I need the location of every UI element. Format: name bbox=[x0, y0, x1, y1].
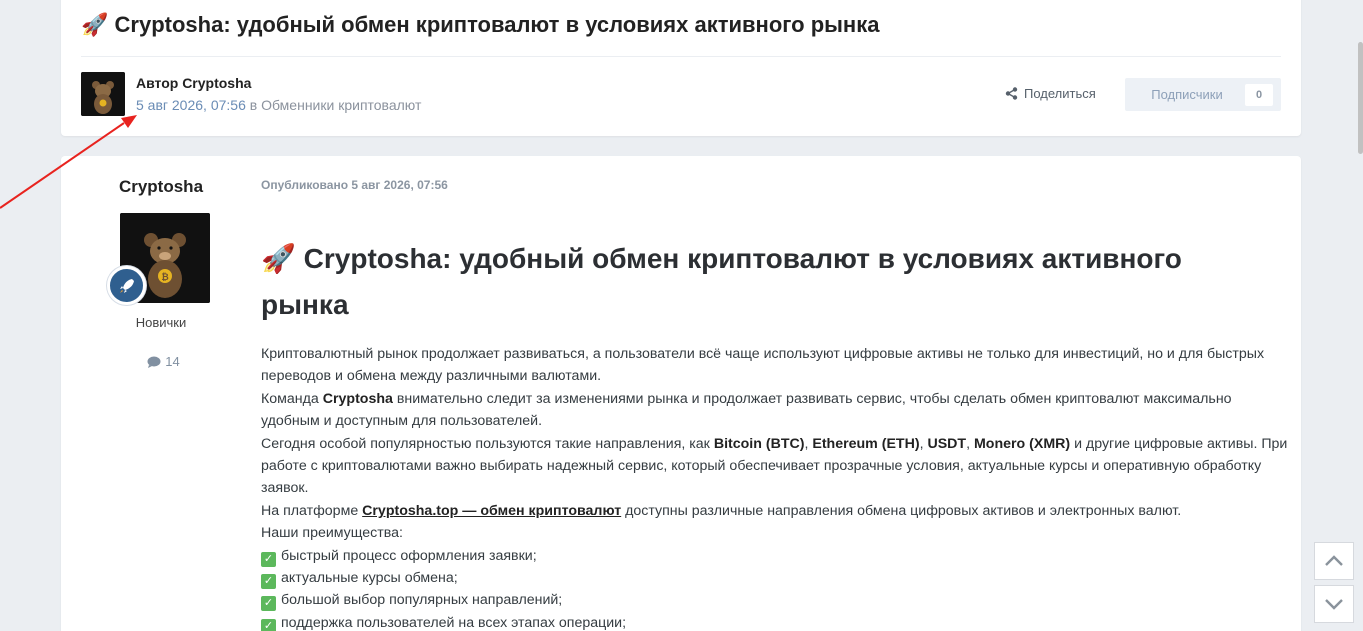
topic-header: 🚀 Cryptosha: удобный обмен криптовалют в… bbox=[61, 0, 1301, 136]
rocket-emoji-icon: 🚀 bbox=[81, 12, 109, 37]
coin-eth: Ethereum (ETH) bbox=[812, 435, 920, 452]
paragraph: На платформе Cryptosha.top — обмен крипт… bbox=[261, 502, 1182, 519]
scroll-bottom-button[interactable] bbox=[1314, 585, 1354, 623]
author-avatar[interactable] bbox=[81, 72, 125, 116]
list-item: ✓ поддержка пользователей на всех этапах … bbox=[261, 612, 1291, 631]
rank-badge bbox=[107, 266, 146, 305]
chevron-up-icon bbox=[1325, 555, 1343, 566]
share-label: Поделиться bbox=[1024, 86, 1096, 101]
header-divider bbox=[81, 56, 1281, 57]
check-icon: ✓ bbox=[261, 551, 276, 567]
scroll-top-button[interactable] bbox=[1314, 542, 1354, 580]
brand-name: Cryptosha bbox=[322, 390, 393, 407]
post-body: Криптовалютный рынок продолжает развиват… bbox=[261, 343, 1291, 631]
scrollbar-thumb[interactable] bbox=[1358, 42, 1363, 154]
page-title: 🚀 Cryptosha: удобный обмен криптовалют в… bbox=[81, 12, 1281, 38]
coin-xmr: Monero (XMR) bbox=[973, 435, 1071, 452]
check-icon: ✓ bbox=[261, 596, 276, 612]
topic-meta: 5 авг 2026, 07:56 в Обменники криптовалю… bbox=[136, 97, 421, 113]
title-text: Cryptosha: удобный обмен криптовалют в у… bbox=[114, 12, 880, 37]
check-icon: ✓ bbox=[261, 618, 276, 631]
paragraph: Криптовалютный рынок продолжает развиват… bbox=[261, 346, 1265, 385]
paragraph: Команда Cryptosha внимательно следит за … bbox=[261, 390, 1232, 430]
post-heading-text: Cryptosha: удобный обмен криптовалют в у… bbox=[261, 243, 1182, 320]
rocket-icon bbox=[119, 278, 134, 293]
svg-text:₿: ₿ bbox=[161, 272, 168, 283]
rocket-emoji-icon: 🚀 bbox=[261, 243, 296, 274]
platform-link[interactable]: Cryptosha.top — обмен криптовалют bbox=[362, 503, 621, 519]
follow-button[interactable]: Подписчики 0 bbox=[1125, 78, 1281, 111]
share-icon bbox=[1005, 87, 1018, 100]
post: Cryptosha ₿ Новички 14 Опубликовано 5 ав… bbox=[61, 156, 1301, 631]
check-icon: ✓ bbox=[261, 574, 276, 590]
chevron-down-icon bbox=[1325, 599, 1343, 610]
author-line[interactable]: Автор Cryptosha bbox=[136, 75, 251, 91]
coin-btc: Bitcoin (BTC) bbox=[713, 435, 805, 452]
follow-count: 0 bbox=[1245, 83, 1273, 106]
post-count-value: 14 bbox=[165, 354, 180, 369]
post-count: 14 bbox=[61, 354, 266, 369]
list-item: ✓ актуальные курсы обмена; bbox=[261, 567, 1291, 590]
bear-avatar-icon bbox=[81, 72, 125, 116]
coin-usdt: USDT bbox=[927, 435, 967, 452]
published-date[interactable]: Опубликовано 5 авг 2026, 07:56 bbox=[261, 178, 448, 192]
member-group: Новички bbox=[135, 315, 187, 330]
post-heading: 🚀 Cryptosha: удобный обмен криптовалют в… bbox=[261, 236, 1251, 328]
topic-date[interactable]: 5 авг 2026, 07:56 bbox=[136, 97, 246, 113]
advantages-title: Наши преимущества: bbox=[261, 525, 403, 542]
category-link[interactable]: Обменники криптовалют bbox=[261, 97, 421, 113]
post-author-name[interactable]: Cryptosha bbox=[61, 177, 261, 197]
meta-in-word: в bbox=[249, 97, 258, 113]
comment-icon bbox=[147, 356, 161, 368]
share-button[interactable]: Поделиться bbox=[1005, 86, 1096, 101]
paragraph: Сегодня особой популярностью пользуются … bbox=[261, 435, 1288, 497]
list-item: ✓ быстрый процесс оформления заявки; bbox=[261, 545, 1291, 567]
list-item: ✓ большой выбор популярных направлений; bbox=[261, 589, 1291, 612]
follow-label: Подписчики bbox=[1151, 87, 1223, 102]
